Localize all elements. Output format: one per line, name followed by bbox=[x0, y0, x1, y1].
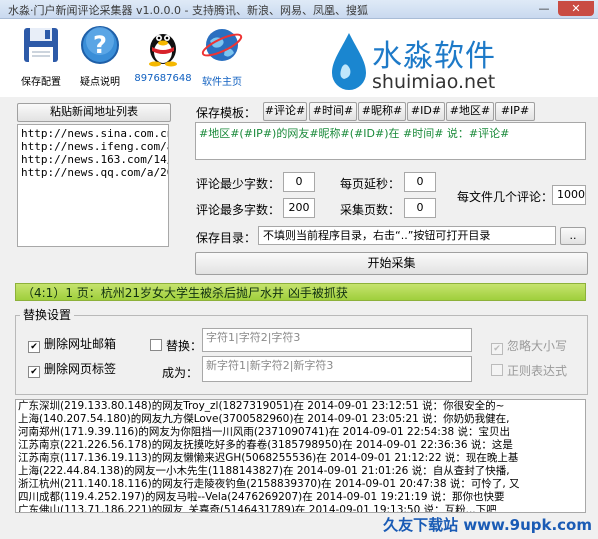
delay-label: 每页延秒： bbox=[340, 177, 401, 191]
replace-label: 替换： bbox=[166, 339, 203, 353]
delay-input[interactable]: 0 bbox=[404, 172, 436, 192]
save-config-button[interactable]: 保存配置 bbox=[9, 23, 73, 88]
min-chars-input[interactable]: 0 bbox=[283, 172, 315, 192]
homepage-label: 软件主页 bbox=[202, 77, 242, 88]
tag-time-button[interactable]: #时间# bbox=[309, 102, 357, 121]
minimize-button[interactable]: — bbox=[532, 1, 556, 16]
tag-ip-button[interactable]: #IP# bbox=[495, 102, 535, 121]
checkbox-checked: ✔ bbox=[28, 366, 40, 378]
watermark: 久友下载站 www.9upk.com bbox=[383, 514, 592, 535]
toolbar: 保存配置 ? 疑点说明 897687648 软件主页 水淼软件 shuimiao… bbox=[0, 19, 598, 97]
checkbox-checked: ✔ bbox=[491, 343, 503, 355]
per-file-input[interactable]: 1000 bbox=[552, 185, 586, 205]
log-line: 广东深圳(219.133.80.148)的网友Troy_zl(182731905… bbox=[18, 400, 505, 412]
log-line: 浙江杭州(211.140.18.116)的网友行走陵夜钓鱼(2158839370… bbox=[18, 478, 520, 490]
delete-html-tags-checkbox[interactable]: ✔ 删除网页标签 bbox=[28, 360, 116, 378]
brand-site: shuimiao.net bbox=[372, 71, 496, 93]
water-drop-logo-icon bbox=[332, 33, 366, 90]
brand-name: 水淼软件 bbox=[372, 39, 496, 74]
save-dir-label: 保存目录： bbox=[196, 231, 257, 245]
log-line: 上海(222.44.84.138)的网友一小木先生(1188143827)在 2… bbox=[18, 465, 510, 477]
min-chars-label: 评论最少字数： bbox=[196, 177, 281, 191]
url-line: http://news.ifeng.com/a/ bbox=[21, 140, 169, 153]
tag-comment-button[interactable]: #评论# bbox=[263, 102, 307, 121]
homepage-button[interactable]: 软件主页 bbox=[190, 23, 254, 88]
browse-dir-button[interactable]: .. bbox=[560, 227, 586, 245]
to-label: 成为： bbox=[162, 366, 199, 380]
max-chars-input[interactable]: 200 bbox=[283, 198, 315, 218]
app-window: 水淼·门户新闻评论采集器 v1.0.0.0 - 支持腾讯、新浪、网易、凤凰、搜狐… bbox=[0, 0, 598, 539]
globe-icon bbox=[201, 29, 243, 61]
help-button[interactable]: ? 疑点说明 bbox=[68, 23, 132, 88]
svg-text:?: ? bbox=[93, 31, 107, 59]
pages-label: 采集页数： bbox=[340, 203, 401, 217]
per-file-label: 每文件几个评论： bbox=[457, 190, 554, 204]
log-line: 广东佛山(113.71.186.221)的网友_关嘉奇(5146431789)在… bbox=[18, 504, 497, 513]
close-button[interactable]: ✕ bbox=[558, 1, 594, 16]
tag-nickname-button[interactable]: #昵称# bbox=[358, 102, 406, 121]
log-line: 上海(140.207.54.180)的网友九方傑Love(3700582960)… bbox=[18, 413, 510, 425]
delete-html-tags-label: 删除网页标签 bbox=[44, 362, 117, 376]
paste-url-list-button[interactable]: 粘贴新闻地址列表 bbox=[17, 103, 171, 122]
delete-url-email-label: 删除网址邮箱 bbox=[44, 337, 117, 351]
template-textarea[interactable]: #地区#(#IP#)的网友#昵称#(#ID#)在 #时间# 说：#评论# bbox=[195, 122, 586, 160]
qq-number: 897687648 bbox=[134, 73, 192, 84]
qq-penguin-icon bbox=[149, 34, 177, 67]
delete-url-email-checkbox[interactable]: ✔ 删除网址邮箱 bbox=[28, 335, 116, 353]
brand-logo: 水淼软件 shuimiao.net bbox=[330, 27, 580, 97]
title-bar: 水淼·门户新闻评论采集器 v1.0.0.0 - 支持腾讯、新浪、网易、凤凰、搜狐… bbox=[0, 0, 598, 19]
floppy-disk-icon bbox=[24, 28, 58, 62]
log-line: 河南郑州(171.9.39.116)的网友为你阻挡一川风雨(2371090741… bbox=[18, 426, 511, 438]
start-collect-button[interactable]: 开始采集 bbox=[195, 252, 588, 275]
regex-checkbox[interactable]: 正则表达式 bbox=[491, 362, 567, 379]
ignore-case-checkbox[interactable]: ✔ 忽略大小写 bbox=[491, 337, 567, 355]
tag-id-button[interactable]: #ID# bbox=[407, 102, 445, 121]
log-line: 江苏南京(117.136.19.113)的网友懒懒来迟GH(5068255536… bbox=[18, 452, 519, 464]
status-bar: （4:1）1 页：杭州21岁女大学生被杀后抛尸水井 凶手被抓获 bbox=[15, 283, 586, 301]
replace-to-input[interactable]: 新字符1|新字符2|新字符3 bbox=[202, 356, 472, 382]
template-label: 保存模板： bbox=[196, 106, 257, 120]
max-chars-label: 评论最多字数： bbox=[196, 203, 281, 217]
result-log[interactable]: 广东深圳(219.133.80.148)的网友Troy_zl(182731905… bbox=[15, 399, 586, 513]
regex-label: 正则表达式 bbox=[507, 364, 568, 378]
qq-contact-button[interactable]: 897687648 bbox=[131, 23, 195, 84]
watermark-name: 久友下载站 bbox=[383, 516, 459, 534]
question-icon: ? bbox=[81, 26, 119, 64]
replace-settings-group bbox=[15, 315, 588, 395]
checkbox-unchecked bbox=[491, 364, 503, 376]
pages-input[interactable]: 0 bbox=[404, 198, 436, 218]
url-line: http://news.qq.com/a/201 bbox=[21, 166, 169, 179]
log-line: 江苏南京(221.226.56.178)的网友抚摸吃好多的春卷(31857989… bbox=[18, 439, 513, 451]
url-line: http://news.163.com/14/0 bbox=[21, 153, 169, 166]
replace-checkbox[interactable]: 替换： bbox=[150, 337, 202, 354]
window-title: 水淼·门户新闻评论采集器 v1.0.0.0 - 支持腾讯、新浪、网易、凤凰、搜狐 bbox=[8, 4, 368, 17]
replace-settings-title: 替换设置 bbox=[20, 306, 75, 323]
save-config-label: 保存配置 bbox=[21, 77, 61, 88]
url-list-textarea[interactable]: http://news.sina.com.cn/ http://news.ife… bbox=[17, 124, 169, 247]
replace-from-input[interactable]: 字符1|字符2|字符3 bbox=[202, 328, 472, 352]
checkbox-checked: ✔ bbox=[28, 341, 40, 353]
save-dir-input[interactable]: 不填则当前程序目录，右击“..”按钮可打开目录 bbox=[258, 226, 556, 245]
help-label: 疑点说明 bbox=[80, 77, 120, 88]
checkbox-unchecked bbox=[150, 339, 162, 351]
tag-region-button[interactable]: #地区# bbox=[446, 102, 494, 121]
watermark-url: www.9upk.com bbox=[463, 516, 592, 534]
ignore-case-label: 忽略大小写 bbox=[507, 339, 568, 353]
url-line: http://news.sina.com.cn/ bbox=[21, 127, 169, 140]
log-line: 四川成都(119.4.252.197)的网友马啦--Vela(247626920… bbox=[18, 491, 505, 503]
